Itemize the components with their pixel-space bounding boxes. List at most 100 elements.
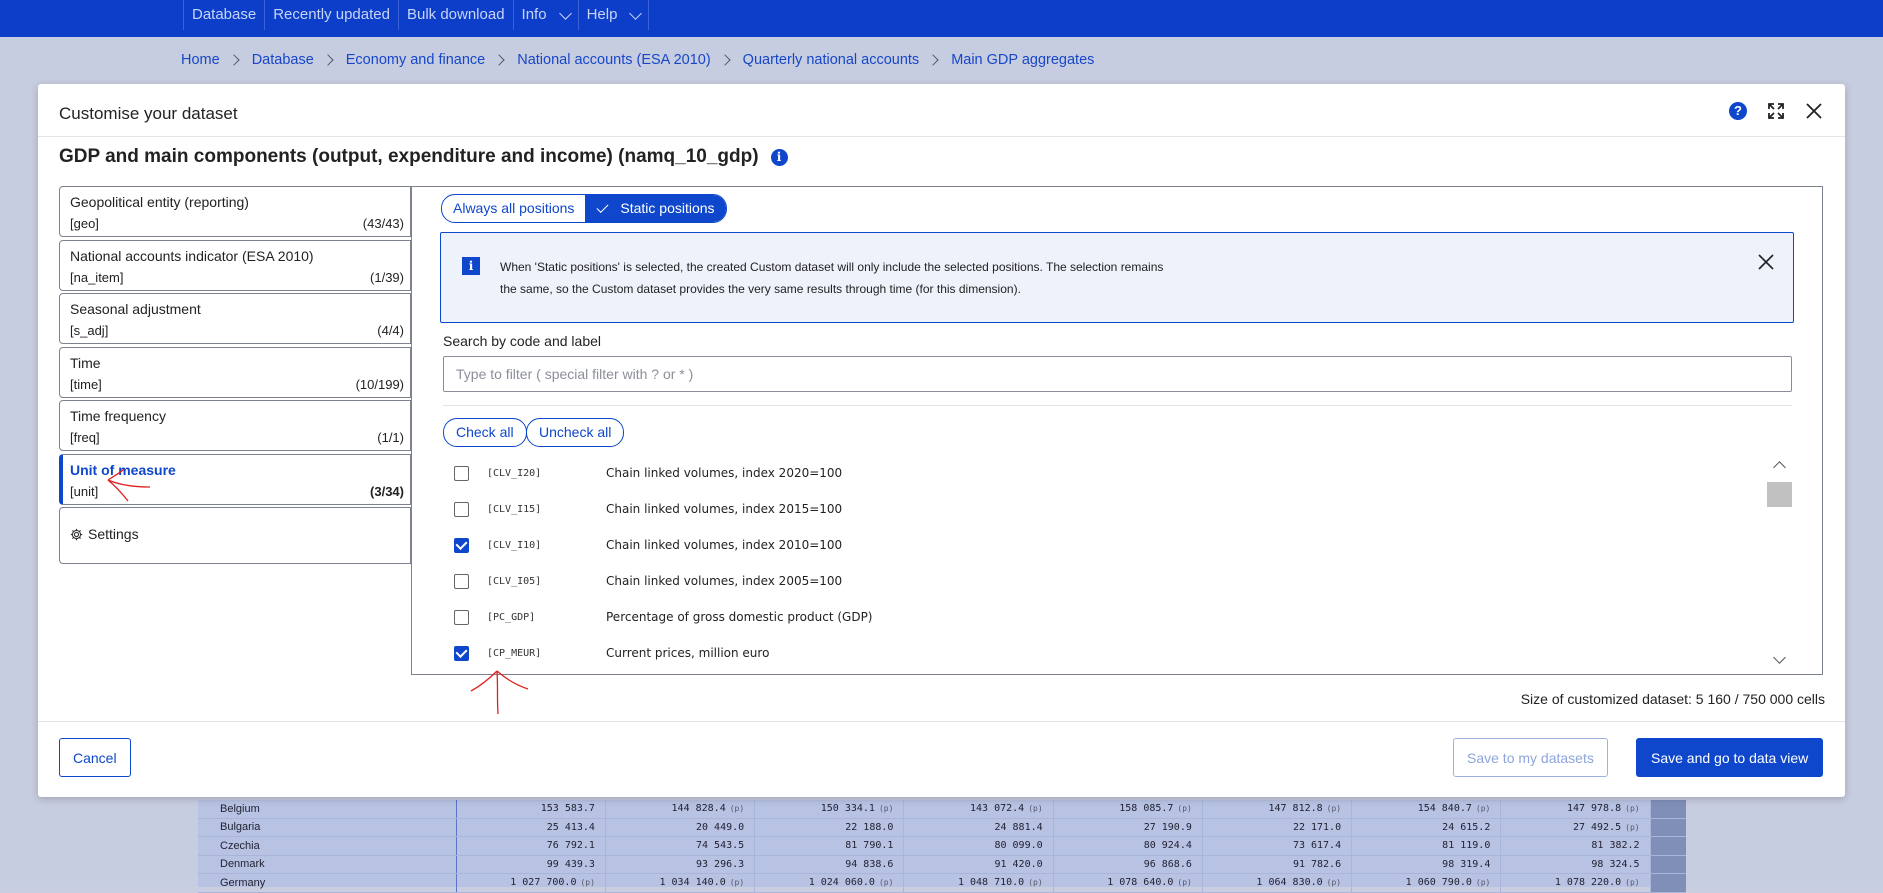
static-positions-option[interactable]: Static positions (585, 195, 726, 222)
scrollbar-thumb[interactable] (1767, 482, 1792, 507)
breadcrumb-national-accounts[interactable]: National accounts (ESA 2010) (517, 52, 710, 68)
settings-item[interactable]: Settings (59, 507, 411, 564)
table-cell: 1 024 060.0 (p) (755, 874, 905, 892)
table-cell: 81 119.0 (1352, 837, 1502, 855)
list-item[interactable]: [CP_MEUR] Current prices, million euro (443, 635, 1792, 670)
dataset-title: GDP and main components (output, expendi… (59, 146, 788, 168)
breadcrumb-database[interactable]: Database (252, 52, 314, 68)
cancel-button[interactable]: Cancel (59, 738, 131, 777)
dimension-time[interactable]: Time [time] (10/199) (59, 346, 411, 398)
table-cell: 147 812.8 (p) (1203, 800, 1353, 818)
item-code: [CLV_I15] (487, 503, 542, 515)
item-code: [CP_MEUR] (487, 647, 542, 659)
nav-help-label: Help (586, 6, 618, 23)
table-scrollbar (1650, 874, 1687, 892)
dimension-count: (4/4) (377, 323, 404, 338)
table-cell: 143 072.4 (p) (904, 800, 1054, 818)
item-label: Chain linked volumes, index 2015=100 (606, 502, 843, 516)
list-item[interactable]: [CLV_I05] Chain linked volumes, index 200… (443, 563, 1792, 599)
dimension-geo[interactable]: Geopolitical entity (reporting) [geo] (4… (59, 186, 411, 237)
nav-info[interactable]: Info (512, 0, 578, 30)
nav-database-label: Database (192, 6, 257, 23)
nav-database[interactable]: Database (183, 0, 264, 30)
item-code: [CLV_I20] (487, 467, 542, 479)
table-cell: 81 790.1 (755, 837, 905, 855)
scroll-up-icon[interactable] (1773, 461, 1786, 474)
list-item[interactable]: [CLV_I20] Chain linked volumes, index 202… (443, 455, 1792, 491)
table-cell: 22 171.0 (1203, 818, 1353, 836)
close-icon[interactable] (1805, 102, 1823, 120)
breadcrumb-main-gdp[interactable]: Main GDP aggregates (951, 52, 1094, 68)
scroll-down-icon[interactable] (1773, 651, 1786, 664)
checkbox[interactable] (454, 645, 469, 661)
info-icon[interactable]: i (770, 148, 788, 166)
table-cell: 74 543.5 (606, 837, 756, 855)
dimension-count: (10/199) (355, 376, 404, 392)
breadcrumb-economy[interactable]: Economy and finance (346, 52, 485, 68)
dimension-count: (43/43) (362, 216, 404, 231)
table-row: Bulgaria 25 413.4 20 449.0 22 188.0 24 881.4… (198, 818, 1687, 837)
item-label: Percentage of gross domestic product (GD… (606, 610, 873, 624)
table-cell: 80 924.4 (1054, 837, 1203, 855)
list-item[interactable]: [CLV_I15] Chain linked volumes, index 201… (443, 491, 1792, 527)
always-all-positions-option[interactable]: Always all positions (442, 195, 585, 222)
settings-label: Settings (88, 526, 139, 542)
list-item[interactable]: [CLV_I10] Chain linked volumes, index 201… (443, 527, 1792, 563)
breadcrumb: Home Database Economy and finance Nation… (181, 52, 1094, 68)
dimension-code: [geo] (70, 216, 99, 231)
gear-icon (70, 528, 83, 540)
breadcrumb-home[interactable]: Home (181, 52, 220, 68)
breadcrumb-quarterly[interactable]: Quarterly national accounts (743, 52, 920, 68)
dimension-list: Geopolitical entity (reporting) [geo] (4… (59, 186, 411, 567)
chevron-down-icon (558, 6, 572, 20)
table-cell: 22 188.0 (755, 818, 905, 836)
dimension-unit[interactable]: Unit of measure [unit] (3/34) (59, 453, 411, 505)
checkbox[interactable] (454, 609, 469, 625)
close-icon[interactable] (1757, 253, 1775, 271)
uncheck-all-button[interactable]: Uncheck all (526, 418, 625, 447)
table-row: Belgium 153 583.7 144 828.4 (p) 150 334.1 (p)… (198, 800, 1687, 819)
item-label: Chain linked volumes, index 2010=100 (606, 538, 843, 552)
dimension-label: Unit of measure (70, 461, 176, 478)
settings-label-row: Settings (70, 526, 139, 542)
table-row: Czechia 76 792.1 74 543.5 81 790.1 80 099.0 8… (198, 837, 1687, 856)
table-cell: 91 420.0 (904, 855, 1054, 873)
dimension-code: [unit] (70, 483, 99, 499)
checkbox[interactable] (454, 501, 469, 517)
dimension-na-item[interactable]: National accounts indicator (ESA 2010) [… (59, 239, 411, 291)
divider (443, 405, 1792, 406)
list-item[interactable]: [PC_GDP] Percentage of gross domestic pro… (443, 599, 1792, 635)
dimension-label: Time (70, 354, 101, 371)
save-to-my-datasets-button[interactable]: Save to my datasets (1453, 738, 1608, 777)
checkbox[interactable] (454, 537, 469, 553)
row-country: Denmark (198, 855, 457, 873)
dataset-size-info: Size of customized dataset: 5 160 / 750 … (1520, 691, 1825, 707)
info-message-text: When 'Static positions' is selected, the… (500, 260, 1164, 296)
checkbox[interactable] (454, 573, 469, 589)
dimension-count: (1/39) (370, 269, 404, 285)
scrollbar[interactable] (1767, 455, 1792, 670)
row-country: Bulgaria (198, 818, 457, 836)
help-icon[interactable]: ? (1729, 102, 1747, 120)
table-cell: 20 449.0 (606, 818, 756, 836)
nav-help[interactable]: Help (577, 0, 650, 30)
info-icon: i (462, 257, 480, 275)
check-all-button[interactable]: Check all (443, 418, 527, 447)
positions-toggle: Always all positions Static positions (441, 194, 727, 223)
table-cell: 1 060 790.0 (p) (1352, 874, 1502, 892)
item-code: [CLV_I10] (487, 539, 542, 551)
save-and-go-button[interactable]: Save and go to data view (1636, 738, 1824, 777)
static-positions-label: Static positions (620, 200, 715, 216)
checkbox[interactable] (454, 465, 469, 481)
expand-icon[interactable] (1767, 102, 1785, 120)
background-data-table: Belgium 153 583.7 144 828.4 (p) 150 334.1 (p)… (198, 800, 1687, 893)
nav-bulk-download[interactable]: Bulk download (397, 0, 513, 30)
chevron-down-icon (629, 6, 643, 20)
dimension-label: National accounts indicator (ESA 2010) (70, 247, 314, 264)
dataset-title-text: GDP and main components (output, expendi… (59, 146, 759, 167)
dimension-freq[interactable]: Time frequency [freq] (1/1) (59, 400, 411, 451)
table-cell: 24 615.2 (1352, 818, 1502, 836)
search-input[interactable] (443, 356, 1792, 392)
dimension-s-adj[interactable]: Seasonal adjustment [s_adj] (4/4) (59, 293, 411, 344)
nav-recently-updated[interactable]: Recently updated (264, 0, 398, 30)
